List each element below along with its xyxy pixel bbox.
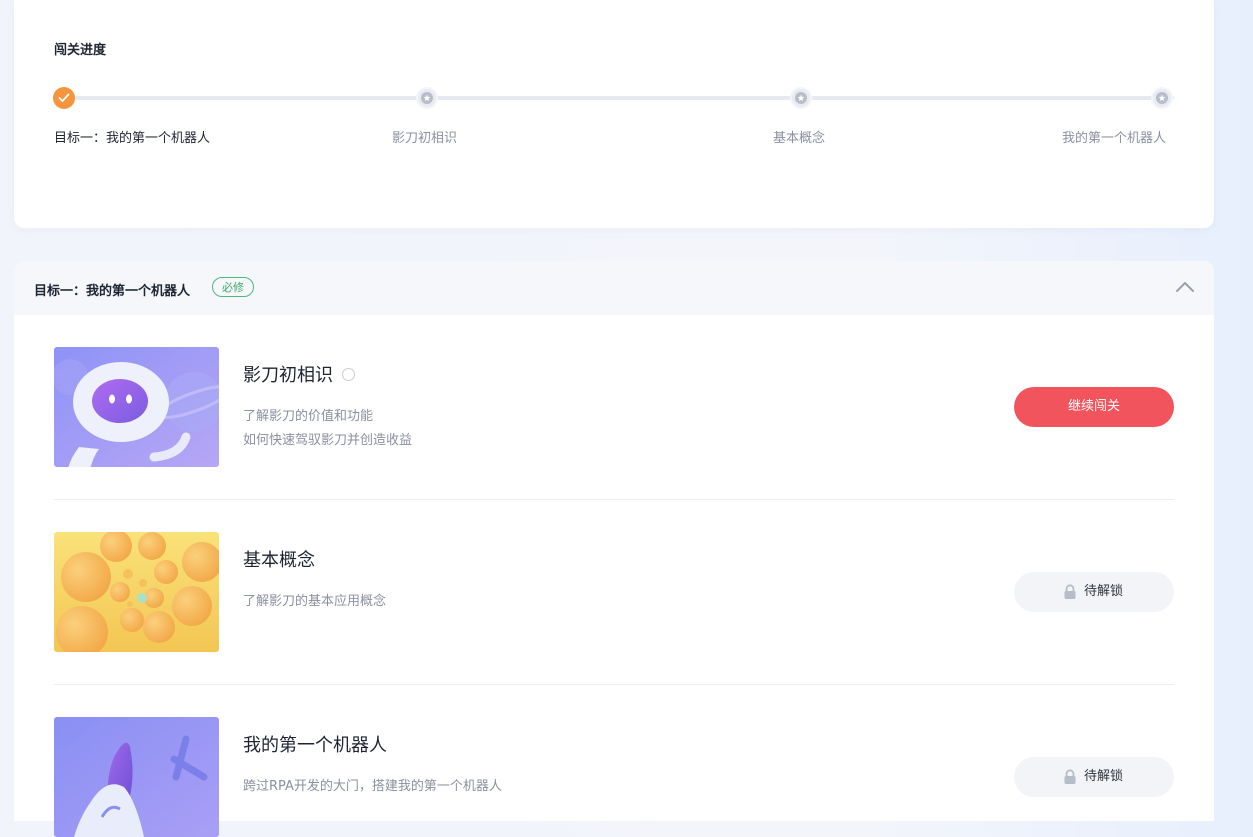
locked-button[interactable]: 待解锁 (1014, 572, 1174, 612)
lesson-desc-line: 了解影刀的基本应用概念 (243, 594, 387, 609)
bubbles-illustration (54, 532, 219, 652)
lesson-item: 影刀初相识 了解影刀的价值和功能 如何快速驾驭影刀并创造收益 继续闯关 (54, 347, 1174, 467)
required-badge: 必修 (212, 277, 254, 297)
step-star-icon (790, 87, 812, 109)
divider (54, 499, 1174, 500)
progress-track (64, 96, 1174, 100)
lesson-title[interactable]: 影刀初相识 (243, 361, 333, 387)
chevron-up-icon[interactable] (1175, 280, 1195, 294)
divider (54, 684, 1174, 685)
goal-header[interactable]: 目标一：我的第一个机器人 必修 (14, 261, 1214, 315)
step-label-intro[interactable]: 影刀初相识 (392, 127, 457, 146)
progress-title: 闯关进度 (54, 43, 107, 58)
step-label-goal[interactable]: 目标一：我的第一个机器人 (54, 127, 210, 146)
locked-label: 待解锁 (1084, 769, 1124, 784)
goal-card: 目标一：我的第一个机器人 必修 影刀初相识 了解影刀的价值和功能 如何快速驾驭影… (14, 261, 1214, 837)
rocket-illustration (54, 717, 219, 837)
lesson-desc-line: 如何快速驾驭影刀并创造收益 (243, 433, 413, 448)
locked-button[interactable]: 待解锁 (1014, 757, 1174, 797)
step-label-first-robot[interactable]: 我的第一个机器人 (1062, 127, 1166, 146)
lesson-item: 我的第一个机器人 跨过RPA开发的大门，搭建我的第一个机器人 待解锁 (54, 717, 1174, 837)
progress-circle-icon (342, 368, 355, 381)
goal-title: 目标一：我的第一个机器人 (34, 284, 191, 299)
astronaut-illustration (54, 347, 219, 467)
step-star-icon (1151, 87, 1173, 109)
continue-button[interactable]: 继续闯关 (1014, 387, 1174, 427)
step-star-icon (416, 87, 438, 109)
lock-icon (1064, 584, 1076, 599)
lesson-title[interactable]: 我的第一个机器人 (243, 731, 387, 757)
step-check-icon (53, 87, 75, 109)
lock-icon (1064, 769, 1076, 784)
lesson-desc-line: 了解影刀的价值和功能 (243, 409, 374, 424)
locked-label: 待解锁 (1084, 584, 1124, 599)
lesson-item: 基本概念 了解影刀的基本应用概念 待解锁 (54, 532, 1174, 652)
lesson-title[interactable]: 基本概念 (243, 546, 315, 572)
progress-card: 闯关进度 目标一：我的第一个机器人 影刀初相识 基本概念 我的第一个机器人 (14, 0, 1214, 228)
step-label-concepts[interactable]: 基本概念 (773, 127, 825, 146)
lesson-desc-line: 跨过RPA开发的大门，搭建我的第一个机器人 (243, 779, 502, 794)
